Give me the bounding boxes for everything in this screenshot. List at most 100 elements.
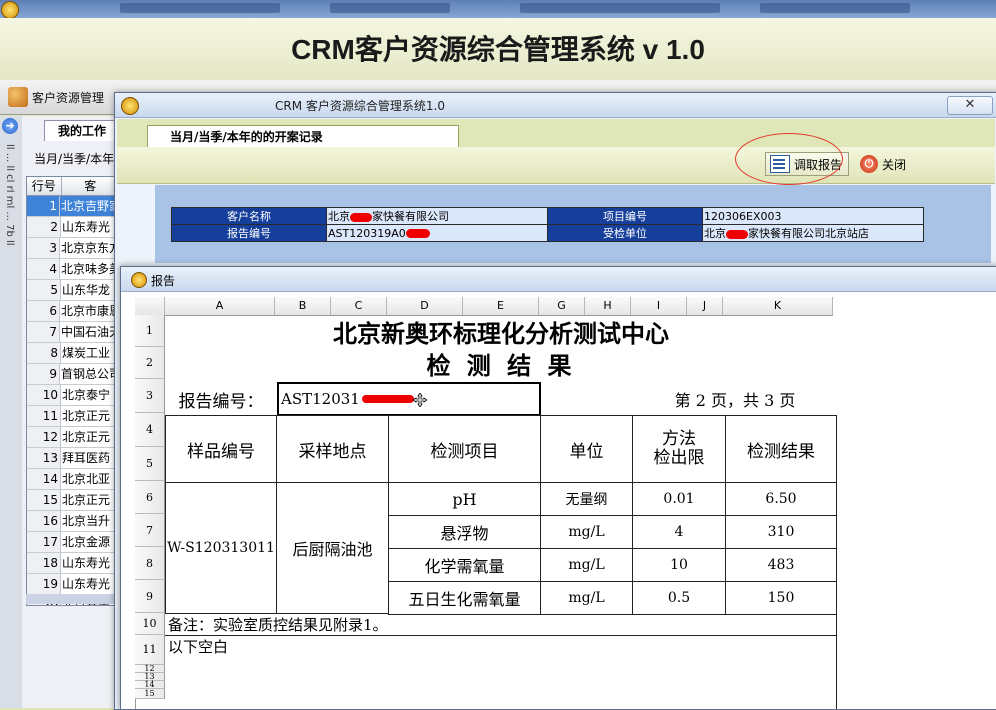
row-header[interactable]: 5 [135,447,165,481]
sample-no-value: W-S120313011 [165,482,277,614]
table-row[interactable]: 12 北京正元 [27,427,119,448]
header-test-item: 检测项目 [388,415,541,483]
close-button-label: 关闭 [882,157,907,172]
table-row[interactable]: 2 山东寿光 [27,217,119,238]
left-nav-vertical-text: ll ... ll cl rl ml ... 7b ll [4,144,15,246]
customer-name-value: 北京 家快餐有限公司 [326,207,548,225]
table-row[interactable]: 18 山东寿光 [27,553,119,574]
report-no-label: 报告编号： [178,391,264,412]
arrow-right-icon[interactable]: ➜ [2,118,18,134]
project-no-value: 120306EX003 [702,207,924,225]
table-row[interactable]: 8 煤炭工业 [27,343,119,364]
users-icon [8,87,28,107]
column-header[interactable]: D [387,297,463,315]
test-item-cell: 悬浮物 [388,515,541,549]
result-cell: 6.50 [725,482,837,516]
row-number: 11 [27,406,61,426]
table-row[interactable]: 3 北京京东方 [27,238,119,259]
table-row[interactable]: 14 北京北亚 [27,469,119,490]
crm-dialog-titlebar[interactable] [115,93,996,118]
row-number: 7 [27,322,60,342]
test-item-cell: pH [388,482,541,516]
row-header[interactable]: 6 [135,481,165,514]
row-header[interactable]: 8 [135,547,165,580]
record-info-table: 客户名称 北京 家快餐有限公司 项目编号 120306EX003 报告编号 AST… [171,207,924,242]
header-detection-limit: 方法 检出限 [632,415,726,483]
customer-name-cell: 山东华龙 [62,283,111,297]
grid-header-rowno[interactable]: 行号 [27,177,62,195]
table-row[interactable]: 13 拜耳医药 [27,448,119,469]
customer-name-cell: 拜耳医药 [62,451,111,465]
report-dialog: 报告 ABCDEGHIJK 1 2 3 4 5 6 7 8 9 10 11 12 13 14 15 北京新奥… [120,266,996,710]
table-row[interactable]: 11 北京正元 [27,406,119,427]
customer-name-cell: 北京正元 [62,430,111,444]
row-number: 13 [27,448,61,468]
table-row[interactable]: 17 北京金源 [27,532,119,553]
desktop-top-strip [0,0,996,18]
report-no-cell[interactable]: AST12031 [277,382,541,416]
test-item-cell: 化学需氧量 [388,548,541,582]
row-number: 10 [27,385,61,405]
table-row[interactable]: 19 山东寿光 [27,574,119,595]
tab-case-records[interactable]: 当月/当季/本年的的开案记录 [147,125,459,147]
row-number: 3 [27,238,60,258]
empty-rows [165,666,837,709]
column-header[interactable]: I [631,297,687,315]
table-row[interactable]: 7 中国石油天 [27,322,119,343]
test-item-cell: 五日生化需氧量 [388,581,541,615]
row-header[interactable]: 9 [135,580,165,613]
row-header[interactable]: 4 [135,413,165,447]
row-header[interactable]: 7 [135,514,165,547]
row-header[interactable]: 11 [135,635,165,665]
column-header[interactable]: E [463,297,539,315]
table-row[interactable]: 15 北京正元 [27,490,119,511]
row-header[interactable]: 15 [135,689,165,699]
row-number: 18 [27,553,61,573]
table-row[interactable]: 4 北京味多美 [27,259,119,280]
grid-rows: 1 北京吉野家 2 山东寿光 3 北京京东方 4 北京味多美 5 山东华龙 6 北京市康恩 7 中国石油天… [27,196,119,605]
column-header[interactable]: H [585,297,631,315]
customer-name-label: 客户名称 [171,207,327,225]
table-row[interactable]: 10 北京泰宁 [27,385,119,406]
page-info: 第 2 页，共 3 页 [674,391,796,410]
customer-name-cell: 北京正元 [62,409,111,423]
remark-text: 备注：实验室质控结果见附录1。 [165,614,837,636]
table-row[interactable]: 16 北京当升 [27,511,119,532]
close-button[interactable]: ⏻ 关闭 [855,152,915,176]
row-number: 15 [27,490,61,510]
row-header[interactable]: 2 [135,347,165,379]
row-header[interactable]: 14 [135,680,165,689]
close-icon[interactable]: ✕ [947,96,993,115]
row-header[interactable]: 1 [135,315,165,347]
customer-name-cell: 北京市康恩 [60,304,119,318]
column-header[interactable]: G [539,297,585,315]
row-header[interactable]: 10 [135,613,165,635]
report-doc-title: 检 测 结 果 [426,351,576,380]
row-number: 8 [27,343,61,363]
table-row[interactable]: 9 首钢总公司 [27,364,119,385]
app-title: CRM客户资源综合管理系统 v 1.0 [291,34,705,65]
row-number: 19 [27,574,61,594]
table-row[interactable]: 1 北京吉野家 [27,196,119,217]
column-header[interactable]: A [165,297,275,315]
customer-grid: 行号 客 1 北京吉野家 2 山东寿光 3 北京京东方 4 北京味多美 5 山东华龙 6 北京市康恩 7… [26,176,120,606]
row-header[interactable]: 3 [135,379,165,413]
column-header[interactable]: J [687,297,723,315]
column-header[interactable]: K [723,297,833,315]
customer-name-cell: 北京当升 [62,514,111,528]
sampling-site-value: 后厨隔油池 [276,482,389,614]
row-number: 9 [27,364,60,384]
report-dialog-titlebar[interactable] [121,267,996,292]
column-header[interactable]: B [275,297,331,315]
customer-name-cell: 山东寿光 [62,556,111,570]
column-header[interactable]: C [331,297,387,315]
customer-name-cell: 北京京东方 [60,241,119,255]
grid-header-customer[interactable]: 客 [62,177,119,195]
table-row[interactable]: 6 北京市康恩 [27,301,119,322]
select-all-corner[interactable] [135,297,165,315]
grid-scrollbar[interactable] [26,594,118,604]
row-number: 6 [27,301,60,321]
table-row[interactable]: 5 山东华龙 [27,280,119,301]
tab-my-work[interactable]: 我的工作 [44,120,120,141]
toolbar-customer-resource[interactable]: 客户资源管理 [8,85,104,109]
